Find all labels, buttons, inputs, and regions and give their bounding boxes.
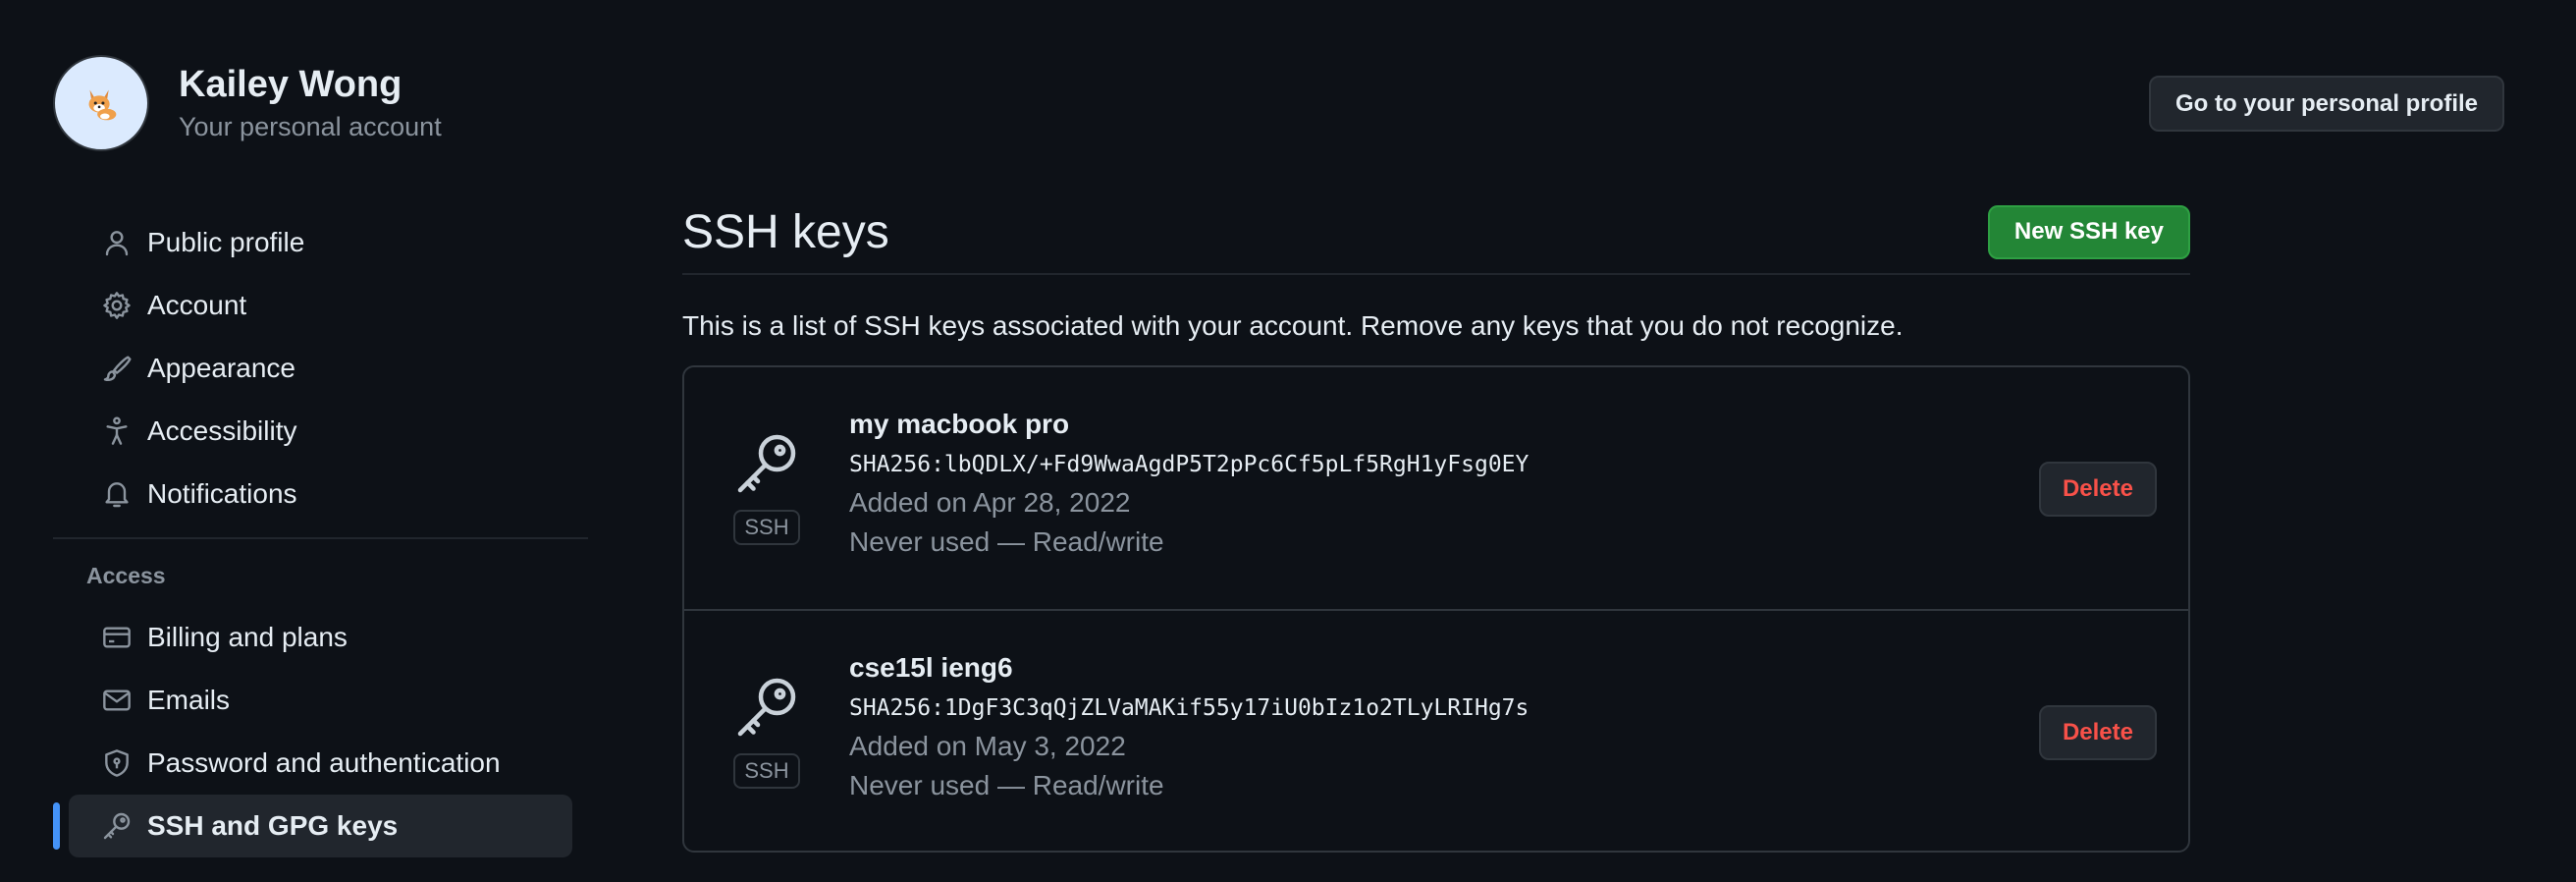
- sidebar-item-appearance[interactable]: Appearance: [69, 337, 572, 400]
- account-name[interactable]: Kailey Wong: [179, 64, 442, 107]
- sidebar-item-notifications[interactable]: Notifications: [69, 463, 572, 525]
- paintbrush-icon: [100, 352, 134, 385]
- key-badge: SSH: [684, 611, 849, 789]
- key-usage: Never used — Read/write: [849, 770, 1164, 800]
- sidebar-item-label: Notifications: [147, 478, 297, 509]
- page-title: SSH keys: [682, 205, 889, 258]
- main-header: SSH keys New SSH key: [682, 196, 2190, 275]
- key-title: cse15l ieng6: [849, 652, 1013, 683]
- sidebar-divider: [53, 537, 588, 539]
- key-info: my macbook pro SHA256:lbQDLX/+Fd9WwaAgdP…: [849, 367, 1529, 558]
- key-title: my macbook pro: [849, 409, 1070, 439]
- key-info: cse15l ieng6 SHA256:1DgF3C3qQjZLVaMAKif5…: [849, 611, 1529, 801]
- key-icon: [100, 809, 134, 843]
- sidebar-item-label: Billing and plans: [147, 622, 348, 652]
- account-header-text: Kailey Wong Your personal account: [179, 64, 442, 143]
- credit-card-icon: [100, 621, 134, 654]
- sidebar-item-label: Emails: [147, 685, 231, 715]
- sidebar-item-emails[interactable]: Emails: [69, 669, 572, 732]
- key-icon: [731, 672, 802, 747]
- sidebar-item-account[interactable]: Account: [69, 274, 572, 337]
- intro-text: This is a list of SSH keys associated wi…: [682, 310, 1904, 341]
- key-badge: SSH: [684, 367, 849, 545]
- sidebar-item-ssh-gpg-keys[interactable]: SSH and GPG keys: [53, 795, 572, 857]
- key-icon: [731, 428, 802, 504]
- new-ssh-key-button[interactable]: New SSH key: [1987, 204, 2190, 259]
- sidebar-item-public-profile[interactable]: Public profile: [69, 211, 572, 274]
- account-header: Kailey Wong Your personal account: [53, 55, 442, 151]
- sidebar-item-label: Public profile: [147, 227, 305, 257]
- account-subtitle: Your personal account: [179, 112, 442, 142]
- ssh-key-item: SSH cse15l ieng6 SHA256:1DgF3C3qQjZLVaMA…: [684, 609, 2188, 851]
- shield-lock-icon: [100, 746, 134, 780]
- delete-key-button[interactable]: Delete: [2038, 705, 2157, 760]
- sidebar-item-billing[interactable]: Billing and plans: [69, 606, 572, 669]
- sidebar-item-password-auth[interactable]: Password and authentication: [69, 732, 572, 795]
- settings-sidebar: Public profile Account Appearance Access…: [53, 211, 588, 857]
- gear-icon: [100, 289, 134, 322]
- key-usage: Never used — Read/write: [849, 526, 1164, 557]
- sidebar-item-label: SSH and GPG keys: [147, 810, 399, 841]
- ssh-badge: SSH: [733, 753, 800, 789]
- ssh-key-list: SSH my macbook pro SHA256:lbQDLX/+Fd9Wwa…: [682, 365, 2190, 853]
- go-to-profile-button[interactable]: Go to your personal profile: [2148, 76, 2504, 132]
- ssh-badge: SSH: [733, 510, 800, 545]
- sidebar-item-label: Appearance: [147, 353, 296, 383]
- mail-icon: [100, 684, 134, 717]
- sidebar-item-label: Accessibility: [147, 415, 297, 446]
- bell-icon: [100, 477, 134, 511]
- sidebar-item-accessibility[interactable]: Accessibility: [69, 400, 572, 463]
- avatar[interactable]: [53, 55, 149, 151]
- person-icon: [100, 226, 134, 259]
- key-fingerprint: SHA256:1DgF3C3qQjZLVaMAKif55y17iU0bIz1o2…: [849, 695, 1530, 721]
- sidebar-item-label: Password and authentication: [147, 747, 501, 778]
- ssh-key-item: SSH my macbook pro SHA256:lbQDLX/+Fd9Wwa…: [684, 367, 2188, 609]
- settings-page: Kailey Wong Your personal account Go to …: [0, 0, 2576, 882]
- corgi-avatar-icon: [88, 89, 117, 121]
- sidebar-section-access: Access: [86, 562, 166, 588]
- delete-key-button[interactable]: Delete: [2038, 462, 2157, 517]
- key-added-date: Added on May 3, 2022: [849, 731, 1126, 761]
- ssh-keys-main: SSH keys New SSH key This is a list of S…: [682, 196, 2190, 853]
- sidebar-item-label: Account: [147, 290, 247, 320]
- accessibility-icon: [100, 414, 134, 448]
- key-fingerprint: SHA256:lbQDLX/+Fd9WwaAgdP5T2pPc6Cf5pLf5R…: [849, 452, 1530, 477]
- key-added-date: Added on Apr 28, 2022: [849, 487, 1131, 518]
